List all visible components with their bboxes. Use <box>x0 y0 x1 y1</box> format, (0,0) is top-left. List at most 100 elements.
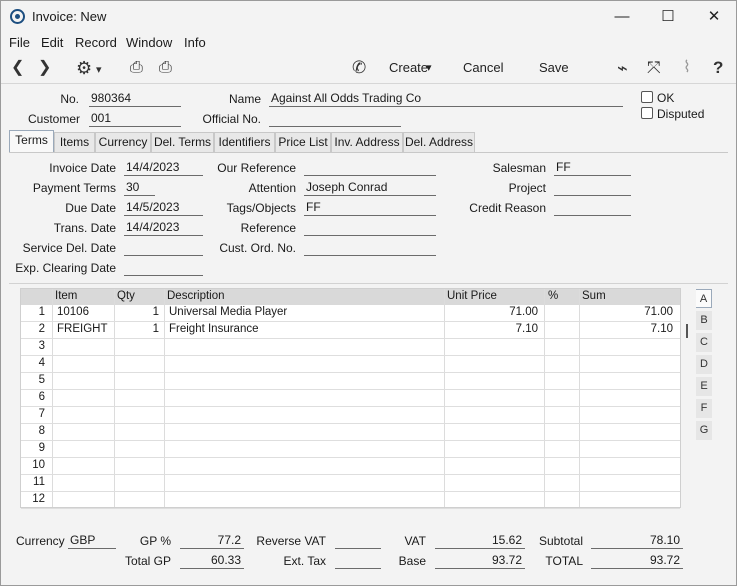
project-field[interactable] <box>554 180 631 196</box>
table-row[interactable]: 10 <box>21 458 680 475</box>
table-row[interactable]: 8 <box>21 424 680 441</box>
unit-price-cell[interactable]: 71.00 <box>447 306 538 318</box>
invoice-number-field[interactable]: 980364 <box>89 91 181 107</box>
tab-identifiers[interactable]: Identifiers <box>214 132 275 152</box>
salesman-field[interactable]: FF <box>554 160 631 176</box>
table-row[interactable]: 3 <box>21 339 680 356</box>
row-number: 4 <box>38 357 45 369</box>
grid-scrollbar[interactable] <box>686 324 688 338</box>
menu-info[interactable]: Info <box>184 35 206 50</box>
tab-inv-address[interactable]: Inv. Address <box>331 132 403 152</box>
menu-record[interactable]: Record <box>75 35 117 50</box>
customer-label: Customer <box>27 112 80 126</box>
tags-objects-label: Tags/Objects <box>226 201 296 215</box>
table-row[interactable]: 11 <box>21 475 680 492</box>
ok-checkbox[interactable] <box>641 91 653 103</box>
side-tab-f[interactable]: F <box>696 399 712 418</box>
project-label: Project <box>508 181 546 195</box>
unit-price-cell[interactable]: 7.10 <box>447 323 538 335</box>
column-header-qty[interactable]: Qty <box>117 290 135 302</box>
side-tab-b[interactable]: B <box>696 311 712 330</box>
maximize-button[interactable]: ☐ <box>645 1 691 32</box>
minimize-button[interactable]: — <box>599 1 645 32</box>
help-icon[interactable]: ? <box>713 58 723 78</box>
credit-reason-field[interactable] <box>554 200 631 216</box>
reference-field[interactable] <box>304 220 436 236</box>
gear-dropdown-chevron-icon[interactable]: ▾ <box>96 60 102 80</box>
gear-icon[interactable]: ⚙ <box>76 58 92 78</box>
official-no-field[interactable] <box>269 111 401 127</box>
total-gp-field: 60.33 <box>180 553 244 569</box>
column-header-description[interactable]: Description <box>167 290 225 302</box>
invoice-window: Invoice: New — ☐ ✕ File Edit Record Wind… <box>0 0 737 586</box>
menu-file[interactable]: File <box>9 35 30 50</box>
sum-cell[interactable]: 71.00 <box>582 306 673 318</box>
service-del-date-field[interactable] <box>124 240 203 256</box>
gp-percent-label: GP % <box>139 534 171 548</box>
table-row[interactable]: 5 <box>21 373 680 390</box>
create-chevron-down-icon[interactable]: ▾ <box>426 61 432 74</box>
table-row[interactable]: 9 <box>21 441 680 458</box>
column-header-unit-price[interactable]: Unit Price <box>447 290 497 302</box>
tab-del-terms[interactable]: Del. Terms <box>151 132 214 152</box>
currency-label: Currency <box>16 534 65 548</box>
table-row[interactable]: 12 <box>21 492 680 509</box>
table-row[interactable]: 6 <box>21 390 680 407</box>
exp-clearing-date-field[interactable] <box>124 260 203 276</box>
app-logo-icon <box>10 9 25 24</box>
phone-icon[interactable]: ✆ <box>352 58 366 78</box>
table-row[interactable]: 1 10106 1 Universal Media Player 71.00 71.00 <box>21 305 680 322</box>
column-header-sum[interactable]: Sum <box>582 290 606 302</box>
item-cell[interactable]: FREIGHT <box>57 323 112 335</box>
print-preview-icon[interactable]: ⎙ <box>159 58 172 78</box>
sum-cell[interactable]: 7.10 <box>582 323 673 335</box>
tab-currency[interactable]: Currency <box>95 132 151 152</box>
tags-objects-field[interactable]: FF <box>304 200 436 216</box>
table-row[interactable]: 2 FREIGHT 1 Freight Insurance 7.10 7.10 <box>21 322 680 339</box>
tab-del-address[interactable]: Del. Address <box>403 132 475 152</box>
tab-items[interactable]: Items <box>54 132 95 152</box>
payment-terms-label: Payment Terms <box>32 181 116 195</box>
description-cell[interactable]: Universal Media Player <box>169 306 439 318</box>
customer-field[interactable]: 001 <box>89 111 181 127</box>
reference-label: Reference <box>240 221 296 235</box>
trans-date-field[interactable]: 14/4/2023 <box>124 220 203 236</box>
side-tab-d[interactable]: D <box>696 355 712 374</box>
description-cell[interactable]: Freight Insurance <box>169 323 439 335</box>
currency-field[interactable]: GBP <box>68 533 116 549</box>
disputed-checkbox[interactable] <box>641 107 653 119</box>
print-icon[interactable]: ⎙ <box>130 58 143 78</box>
menu-edit[interactable]: Edit <box>41 35 63 50</box>
due-date-field[interactable]: 14/5/2023 <box>124 200 203 216</box>
customer-name-field[interactable]: Against All Odds Trading Co <box>269 91 623 107</box>
qty-cell[interactable]: 1 <box>117 306 159 318</box>
next-record-icon[interactable]: ❯ <box>38 58 51 78</box>
side-tab-a[interactable]: A <box>696 289 712 308</box>
previous-record-icon[interactable]: ❮ <box>11 58 24 78</box>
our-reference-field[interactable] <box>304 160 436 176</box>
column-header-item[interactable]: Item <box>55 290 77 302</box>
column-header-percent[interactable]: % <box>548 290 558 302</box>
table-row[interactable]: 7 <box>21 407 680 424</box>
cancel-button[interactable]: Cancel <box>463 60 503 75</box>
expand-icon[interactable]: ⤧ <box>647 58 661 78</box>
table-row[interactable]: 4 <box>21 356 680 373</box>
qty-cell[interactable]: 1 <box>117 323 159 335</box>
activity-icon[interactable]: ⌁ <box>617 58 628 78</box>
save-button[interactable]: Save <box>539 60 569 75</box>
row-number: 2 <box>38 323 45 335</box>
attention-field[interactable]: Joseph Conrad <box>304 180 436 196</box>
menu-window[interactable]: Window <box>126 35 172 50</box>
item-cell[interactable]: 10106 <box>57 306 112 318</box>
tab-terms[interactable]: Terms <box>9 130 54 152</box>
payment-terms-field[interactable]: 30 <box>124 180 155 196</box>
close-button[interactable]: ✕ <box>691 1 737 32</box>
attachment-icon[interactable]: ⌇ <box>683 58 691 78</box>
side-tab-e[interactable]: E <box>696 377 712 396</box>
cust-ord-no-field[interactable] <box>304 240 436 256</box>
tab-price-list[interactable]: Price List <box>275 132 331 152</box>
side-tab-g[interactable]: G <box>696 421 712 440</box>
invoice-date-field[interactable]: 14/4/2023 <box>124 160 203 176</box>
create-button[interactable]: Create <box>389 60 428 75</box>
side-tab-c[interactable]: C <box>696 333 712 352</box>
